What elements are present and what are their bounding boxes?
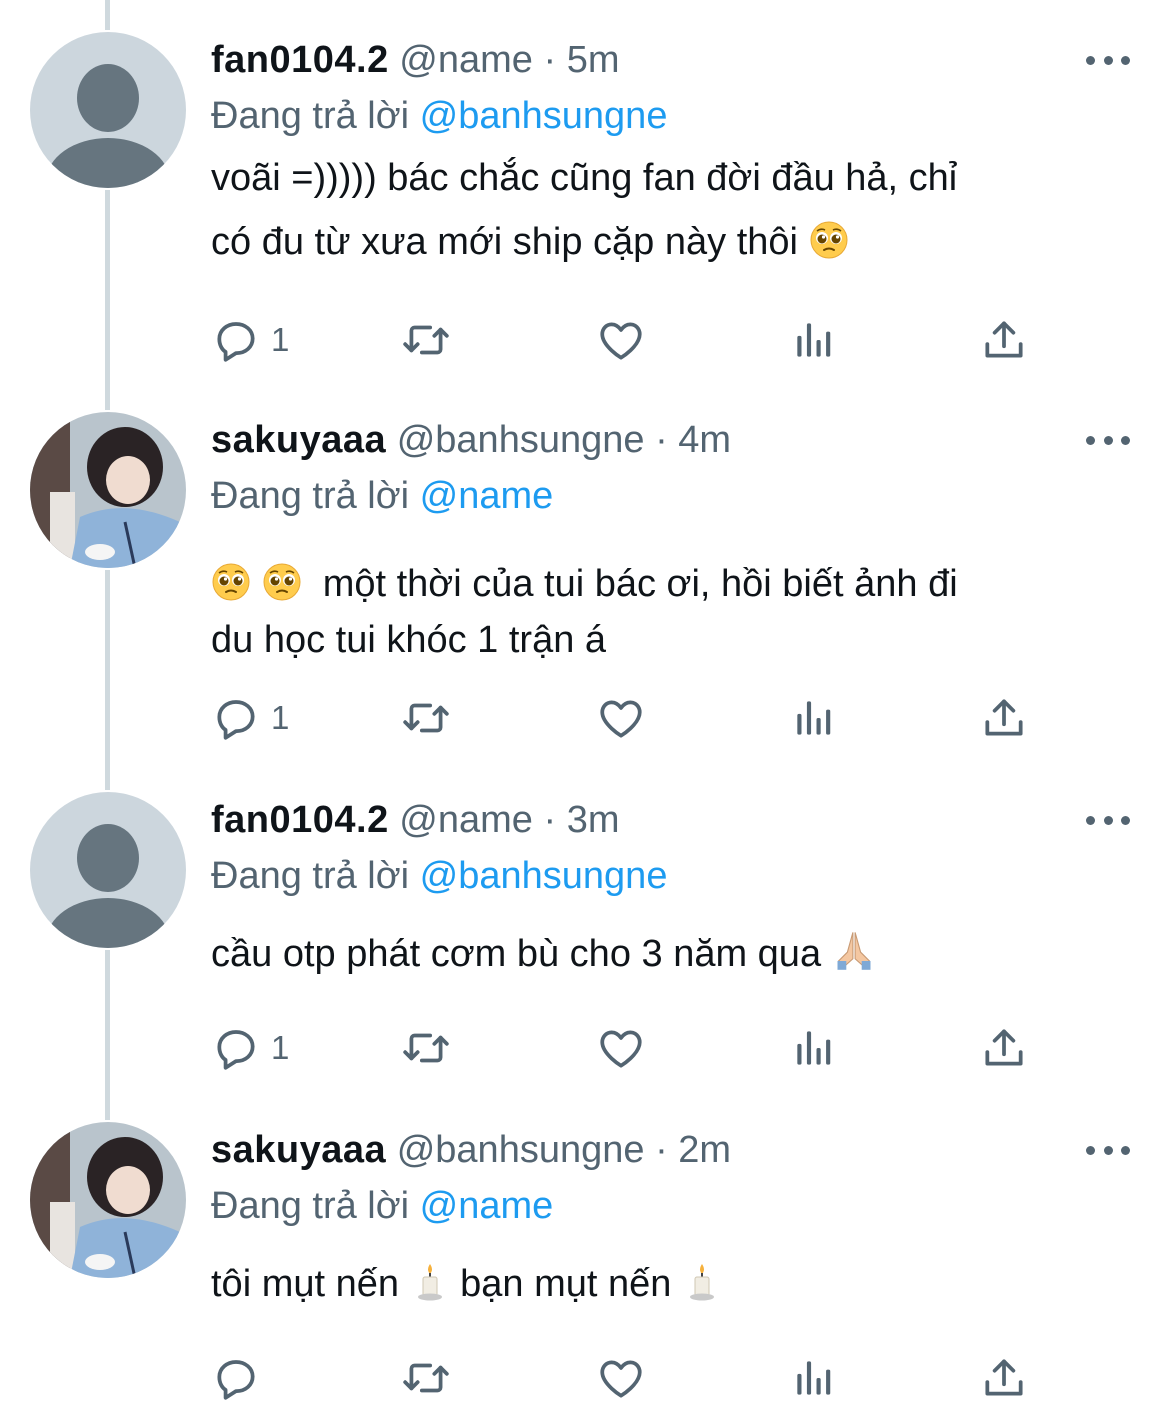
display-name[interactable]: sakuyaaa: [211, 419, 386, 461]
candle-emoji: [410, 1262, 450, 1302]
reply-count: 1: [271, 1029, 290, 1066]
separator: ·: [655, 1129, 668, 1171]
retweet-button[interactable]: [401, 1018, 451, 1078]
timestamp[interactable]: 2m: [678, 1129, 731, 1171]
share-icon: [979, 1023, 1029, 1073]
pleading-face-emoji: [211, 562, 251, 602]
reply-icon: [211, 1023, 261, 1073]
separator: ·: [655, 419, 668, 461]
like-button[interactable]: [596, 1348, 646, 1408]
default-avatar[interactable]: [30, 792, 186, 948]
tweet-text-line: du học tui khóc 1 trận á: [211, 619, 607, 661]
reply-button[interactable]: [211, 1348, 271, 1408]
tweet[interactable]: sakuyaaa @banhsungne · 4m Đang trả lời @…: [0, 410, 1170, 770]
tweet-text-line: cầu otp phát cơm bù cho 3 năm qua: [211, 933, 822, 975]
tweet-text-line: một thời của tui bác ơi, hồi biết ảnh đi: [322, 563, 958, 605]
reply-button[interactable]: 1: [211, 310, 289, 370]
display-name[interactable]: fan0104.2: [211, 39, 389, 81]
retweet-icon: [401, 1353, 451, 1403]
replying-prefix: Đang trả lời: [211, 95, 410, 137]
candle-emoji: [682, 1262, 722, 1302]
share-icon: [979, 315, 1029, 365]
tweet-text-part: bạn mụt nến: [460, 1263, 672, 1305]
views-icon: [789, 1023, 839, 1073]
share-button[interactable]: [979, 688, 1029, 748]
share-button[interactable]: [979, 1018, 1029, 1078]
like-button[interactable]: [596, 1018, 646, 1078]
reply-icon: [211, 693, 261, 743]
like-button[interactable]: [596, 310, 646, 370]
separator: ·: [543, 39, 557, 81]
reply-button[interactable]: 1: [211, 1018, 289, 1078]
heart-icon: [596, 1353, 646, 1403]
replying-prefix: Đang trả lời: [211, 475, 410, 517]
thread-line: [105, 0, 110, 30]
replying-to-mention[interactable]: @banhsungne: [420, 855, 668, 897]
more-icon[interactable]: [1086, 430, 1130, 450]
replying-prefix: Đang trả lời: [211, 1185, 410, 1227]
display-name[interactable]: sakuyaaa: [211, 1129, 386, 1171]
tweet-text-line: có đu từ xưa mới ship cặp này thôi: [211, 221, 798, 263]
pleading-face-emoji: [809, 220, 849, 260]
views-button[interactable]: [789, 1348, 839, 1408]
retweet-icon: [401, 1023, 451, 1073]
share-button[interactable]: [979, 310, 1029, 370]
photo-avatar[interactable]: [30, 412, 186, 568]
heart-icon: [596, 1023, 646, 1073]
views-icon: [789, 315, 839, 365]
more-icon[interactable]: [1086, 50, 1130, 70]
pleading-face-emoji: [262, 562, 302, 602]
tweet-text: voãi =))))) bác chắc cũng fan đời đầu hả…: [211, 146, 1111, 274]
share-icon: [979, 693, 1029, 743]
timestamp[interactable]: 4m: [678, 419, 731, 461]
separator: ·: [543, 799, 557, 841]
photo-avatar[interactable]: [30, 1122, 186, 1278]
views-icon: [789, 1353, 839, 1403]
retweet-icon: [401, 693, 451, 743]
handle[interactable]: @name: [399, 39, 533, 81]
reply-icon: [211, 1353, 261, 1403]
handle[interactable]: @banhsungne: [397, 419, 645, 461]
reply-icon: [211, 315, 261, 365]
timestamp[interactable]: 3m: [567, 799, 620, 841]
heart-icon: [596, 693, 646, 743]
views-button[interactable]: [789, 1018, 839, 1078]
like-button[interactable]: [596, 688, 646, 748]
retweet-icon: [401, 315, 451, 365]
more-icon[interactable]: [1086, 810, 1130, 830]
tweet-text-line: voãi =))))) bác chắc cũng fan đời đầu hả…: [211, 157, 958, 199]
default-avatar[interactable]: [30, 32, 186, 188]
reply-button[interactable]: 1: [211, 688, 289, 748]
retweet-button[interactable]: [401, 310, 451, 370]
tweet-text-part: tôi mụt nến: [211, 1263, 399, 1305]
share-icon: [979, 1353, 1029, 1403]
replying-to-mention[interactable]: @name: [420, 1185, 554, 1227]
display-name[interactable]: fan0104.2: [211, 799, 389, 841]
handle[interactable]: @banhsungne: [397, 1129, 645, 1171]
tweet-text: cầu otp phát cơm bù cho 3 năm qua: [211, 922, 1111, 986]
timestamp[interactable]: 5m: [567, 39, 620, 81]
heart-icon: [596, 315, 646, 365]
replying-to-mention[interactable]: @name: [420, 475, 554, 517]
share-button[interactable]: [979, 1348, 1029, 1408]
folded-hands-emoji: [832, 928, 876, 972]
views-button[interactable]: [789, 688, 839, 748]
tweet[interactable]: sakuyaaa @banhsungne · 2m Đang trả lời @…: [0, 1120, 1170, 1424]
more-icon[interactable]: [1086, 1140, 1130, 1160]
retweet-button[interactable]: [401, 688, 451, 748]
tweet-text: tôi mụt nến bạn mụt nến: [211, 1252, 1111, 1316]
reply-count: 1: [271, 699, 290, 736]
retweet-button[interactable]: [401, 1348, 451, 1408]
tweet[interactable]: fan0104.2 @name · 3m Đang trả lời @banhs…: [0, 790, 1170, 1120]
handle[interactable]: @name: [399, 799, 533, 841]
replying-to-mention[interactable]: @banhsungne: [420, 95, 668, 137]
tweet-text: một thời của tui bác ơi, hồi biết ảnh đi…: [211, 552, 1111, 672]
views-button[interactable]: [789, 310, 839, 370]
tweet[interactable]: fan0104.2 @name · 5m Đang trả lời @banhs…: [0, 30, 1170, 390]
views-icon: [789, 693, 839, 743]
reply-count: 1: [271, 321, 290, 358]
replying-prefix: Đang trả lời: [211, 855, 410, 897]
